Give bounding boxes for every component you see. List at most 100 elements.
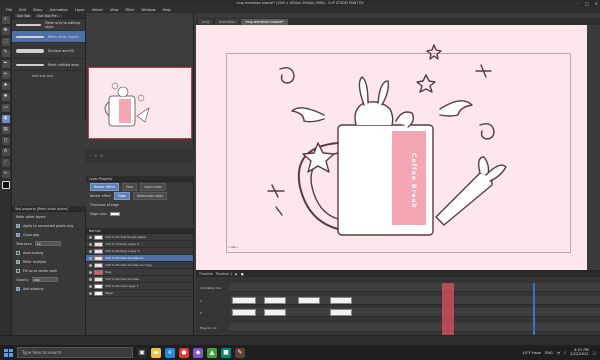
close-icon[interactable]: × bbox=[595, 1, 598, 6]
fill-vector-row[interactable]: Fill up to vector path bbox=[12, 266, 85, 275]
track-lane[interactable] bbox=[230, 323, 600, 332]
eye-icon[interactable] bbox=[89, 291, 92, 295]
menu-animation[interactable]: Animation bbox=[49, 8, 67, 12]
timeline-marker[interactable] bbox=[533, 283, 535, 336]
canvas[interactable]: Coffee Break 1 Ilåns bbox=[196, 25, 587, 270]
cel-block[interactable] bbox=[330, 297, 352, 304]
border-effect-button[interactable]: Border effect bbox=[90, 182, 119, 191]
app-icon[interactable]: ■ bbox=[221, 347, 231, 358]
checkbox[interactable] bbox=[16, 259, 20, 264]
timeline-track[interactable]: 1 bbox=[196, 296, 600, 305]
move-tool-icon[interactable]: ✥ bbox=[1, 27, 10, 35]
layer-row[interactable]: Paper bbox=[86, 290, 193, 297]
checkbox[interactable] bbox=[16, 250, 20, 255]
layer-row[interactable]: 100 % Normal doodles lin bbox=[86, 255, 193, 262]
menu-filter[interactable]: Filter bbox=[125, 8, 134, 12]
checkbox[interactable] bbox=[16, 232, 20, 237]
wifi-icon[interactable]: ◔ bbox=[557, 351, 560, 355]
notification-icon[interactable]: ▢ bbox=[593, 351, 596, 355]
layer-row[interactable]: 100 % Overlay Layer 5 bbox=[86, 241, 193, 248]
timeline-track[interactable]: 2 bbox=[196, 308, 600, 317]
cel-block[interactable] bbox=[232, 309, 256, 316]
eye-icon[interactable] bbox=[89, 256, 92, 260]
cel-block[interactable] bbox=[298, 297, 320, 304]
apply-connected-row[interactable]: Apply to connected pixels only bbox=[12, 221, 85, 230]
pencil-tool-icon[interactable]: ✏ bbox=[1, 71, 10, 79]
cel-block[interactable] bbox=[264, 309, 286, 316]
add-subtool-button[interactable]: Add sub tool bbox=[12, 71, 85, 81]
cel-block[interactable] bbox=[264, 297, 286, 304]
timeline-name[interactable]: Timeline 1 bbox=[216, 272, 233, 276]
maximize-icon[interactable]: □ bbox=[585, 1, 589, 6]
canvas-scrollbar[interactable] bbox=[587, 25, 600, 270]
pen-tool-icon[interactable]: ✒ bbox=[1, 60, 10, 68]
taskbar-search-input[interactable]: Type here to search bbox=[17, 347, 133, 358]
menu-window[interactable]: Window bbox=[141, 8, 155, 12]
canvas-area[interactable]: Coffee Break 1 Ilåns bbox=[196, 25, 600, 270]
checkbox[interactable] bbox=[16, 286, 20, 291]
tab-subtool[interactable]: Sub Tool bbox=[15, 13, 33, 18]
app-icon[interactable]: ◆ bbox=[193, 347, 203, 358]
track-lane[interactable] bbox=[230, 296, 600, 305]
windows-start-icon[interactable] bbox=[3, 348, 13, 358]
subtool-item[interactable]: Paint unfilled area bbox=[12, 59, 85, 71]
select-tool-icon[interactable]: ⬚ bbox=[1, 38, 10, 46]
gradient-tool-icon[interactable]: ▤ bbox=[1, 126, 10, 134]
text-tool-icon[interactable]: A bbox=[1, 148, 10, 156]
fill-tool-icon[interactable]: ◍ bbox=[1, 115, 10, 123]
layer-color-button[interactable]: Layer color bbox=[140, 182, 166, 191]
refer-multiple-row[interactable]: Refer multiple bbox=[12, 257, 85, 266]
eye-icon[interactable] bbox=[89, 277, 92, 281]
volume-icon[interactable]: ♪ bbox=[564, 351, 566, 355]
rotate-icon[interactable]: ↻ bbox=[100, 154, 103, 158]
file-explorer-icon[interactable]: ▬ bbox=[151, 347, 161, 358]
checkbox[interactable] bbox=[16, 223, 20, 228]
timeline-playhead[interactable] bbox=[442, 283, 454, 336]
clip-studio-icon[interactable]: ✎ bbox=[235, 347, 245, 358]
subtool-item[interactable]: Enclose and fill bbox=[12, 43, 85, 59]
opacity-slider[interactable]: 100 bbox=[31, 277, 58, 282]
menu-view[interactable]: View bbox=[110, 8, 119, 12]
area-scaling-row[interactable]: Area scaling bbox=[12, 248, 85, 257]
layer-row[interactable]: 100 % Normal doodles bbox=[86, 276, 193, 283]
navigator-preview[interactable] bbox=[88, 67, 192, 139]
figure-tool-icon[interactable]: ◻ bbox=[1, 137, 10, 145]
menu-help[interactable]: Help bbox=[163, 8, 171, 12]
edge-option[interactable]: Edge bbox=[113, 191, 130, 200]
zoom-tool-icon[interactable]: ⌕ bbox=[1, 16, 10, 24]
brush-tool-icon[interactable]: ♠ bbox=[1, 82, 10, 90]
clock[interactable]: 4:21 PM 2/22/2022 bbox=[570, 348, 588, 357]
tolerance-slider[interactable]: 10 bbox=[34, 241, 61, 246]
menu-edit[interactable]: Edit bbox=[19, 8, 26, 12]
eye-icon[interactable] bbox=[89, 263, 92, 267]
app-icon[interactable]: ● bbox=[179, 347, 189, 358]
cel-block[interactable] bbox=[330, 309, 352, 316]
airbrush-tool-icon[interactable]: ✺ bbox=[1, 93, 10, 101]
play-icon[interactable]: ▶ bbox=[235, 272, 237, 276]
layer-row[interactable]: 100 % Normal doodles lin Copy bbox=[86, 262, 193, 269]
zoom-out-icon[interactable]: − bbox=[89, 154, 92, 158]
eye-icon[interactable] bbox=[89, 270, 92, 274]
eye-icon[interactable] bbox=[89, 249, 92, 253]
menu-layer[interactable]: Layer bbox=[75, 8, 85, 12]
edge-color-swatch[interactable] bbox=[109, 211, 120, 216]
language-indicator[interactable]: ENG bbox=[545, 351, 553, 355]
blend-tool-icon[interactable]: ≈ bbox=[1, 170, 10, 178]
blend-mode-select[interactable]: Normal bbox=[89, 229, 101, 233]
minimize-icon[interactable]: – bbox=[577, 1, 579, 6]
menu-file[interactable]: File bbox=[6, 8, 12, 12]
stop-icon[interactable]: ■ bbox=[241, 272, 244, 276]
close-gap-row[interactable]: Close gap bbox=[12, 230, 85, 239]
layer-row[interactable]: 100 % Normal Layer 1 bbox=[86, 283, 193, 290]
watercolor-edge-option[interactable]: Watercolor edge bbox=[132, 191, 168, 200]
color-swatch-icon[interactable] bbox=[1, 181, 10, 189]
eraser-tool-icon[interactable]: ▭ bbox=[1, 104, 10, 112]
zoom-in-icon[interactable]: + bbox=[95, 154, 98, 158]
cel-block[interactable] bbox=[232, 297, 256, 304]
eyedropper-tool-icon[interactable]: ✎ bbox=[1, 49, 10, 57]
timeline-track[interactable]: Animation Cel bbox=[196, 283, 600, 292]
subtool-item-selected[interactable]: Refer other layers bbox=[12, 31, 85, 43]
layer-row[interactable]: 100 % Normal Rough paper bbox=[86, 234, 193, 241]
anti-aliasing-row[interactable]: Anti-aliasing bbox=[12, 284, 85, 293]
tone-button[interactable]: Tone bbox=[121, 182, 138, 191]
